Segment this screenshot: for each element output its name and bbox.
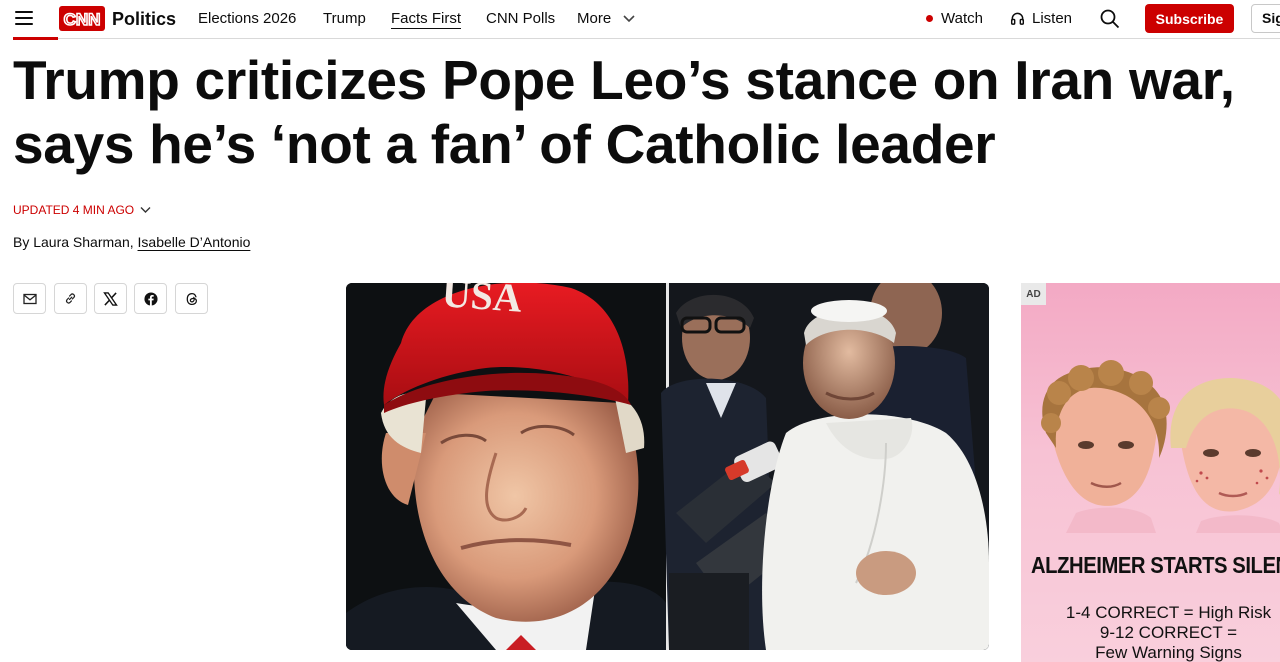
headphones-icon <box>1010 12 1025 25</box>
ad-text-line-2: 9-12 CORRECT = <box>1099 623 1238 642</box>
author-separator: , <box>129 234 134 250</box>
hamburger-menu-icon[interactable] <box>13 8 35 28</box>
headline-line-2: says he’s ‘not a fan’ of Catholic leader <box>13 113 996 175</box>
top-navigation-bar: CNN Politics Elections 2026 Trump Facts … <box>0 0 1280 40</box>
nav-item-facts-first[interactable]: Facts First <box>391 10 461 29</box>
sign-in-button[interactable]: Sig <box>1251 4 1280 33</box>
nav-item-elections-2026[interactable]: Elections 2026 <box>198 10 296 27</box>
share-threads-button[interactable] <box>175 283 208 314</box>
facebook-icon <box>143 291 158 306</box>
chevron-down-icon <box>140 207 151 213</box>
updated-label: UPDATED 4 MIN AGO <box>13 203 135 217</box>
cnn-logo-mark: CNN <box>63 10 101 28</box>
byline-prefix: By <box>13 234 30 250</box>
share-email-button[interactable] <box>13 283 46 314</box>
nav-item-cnn-polls[interactable]: CNN Polls <box>486 10 555 27</box>
active-section-indicator <box>13 37 58 40</box>
threads-icon <box>186 292 197 305</box>
article-headline: Trump criticizes Pope Leo’s stance on Ir… <box>13 48 1280 176</box>
svg-text:CNN: CNN <box>64 10 101 28</box>
section-title[interactable]: Politics <box>112 9 176 30</box>
listen-label: Listen <box>1032 10 1073 27</box>
ad-badge: AD <box>1021 283 1046 305</box>
lead-image-illustration: USA <box>346 283 989 650</box>
cnn-logo[interactable]: CNN <box>59 6 105 31</box>
link-icon <box>66 293 75 304</box>
subscribe-button[interactable]: Subscribe <box>1145 4 1234 33</box>
email-icon <box>22 293 37 304</box>
search-icon[interactable] <box>1099 8 1121 30</box>
nav-item-more[interactable]: More <box>577 10 611 27</box>
chevron-down-icon[interactable] <box>622 13 636 25</box>
watch-label: Watch <box>941 10 983 27</box>
ad-headline: ALZHEIMER STARTS SILENT <box>1031 552 1280 578</box>
watch-button[interactable]: Watch <box>926 10 983 27</box>
ad-text-line-1: 1-4 CORRECT = High Risk <box>1065 603 1272 622</box>
zucchetto <box>811 300 887 322</box>
ad-text-line-3: Few Warning Signs <box>1095 643 1242 662</box>
byline: By Laura Sharman, Isabelle D’Antonio <box>13 234 250 250</box>
live-dot-icon <box>926 15 933 22</box>
share-facebook-button[interactable] <box>134 283 167 314</box>
x-icon <box>103 291 118 306</box>
share-x-button[interactable] <box>94 283 127 314</box>
ad-illustration <box>1041 360 1280 533</box>
nav-item-trump[interactable]: Trump <box>323 10 366 27</box>
updated-timestamp[interactable]: UPDATED 4 MIN AGO <box>13 203 151 217</box>
listen-button[interactable]: Listen <box>1010 10 1072 27</box>
cap-text: USA <box>440 283 523 321</box>
advertisement[interactable]: AD ALZHEIMER STARTS SILENT 1-4 CORRECT =… <box>1021 283 1280 662</box>
header-divider <box>13 38 1280 39</box>
headline-line-1: Trump criticizes Pope Leo’s stance on Ir… <box>13 49 1235 111</box>
author-link[interactable]: Isabelle D’Antonio <box>138 234 251 250</box>
author-name[interactable]: Laura Sharman <box>33 234 130 250</box>
share-link-button[interactable] <box>54 283 87 314</box>
article-lead-image[interactable]: USA <box>346 283 989 650</box>
